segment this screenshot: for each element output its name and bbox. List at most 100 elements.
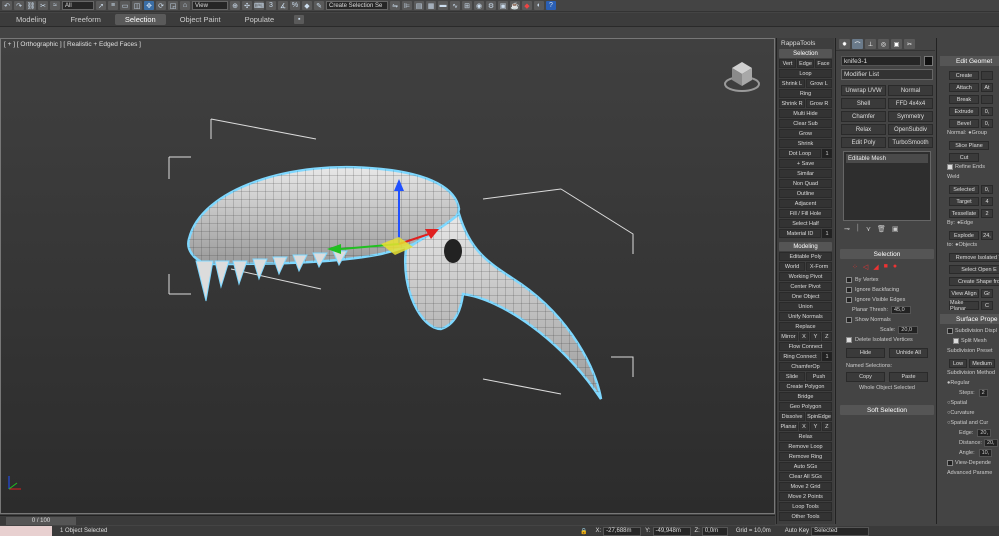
rappa-section-modeling[interactable]: Modeling [779,242,832,251]
unlink-icon[interactable]: ✂ [38,1,48,10]
select-manipulate-icon[interactable]: ✣ [242,1,252,10]
unwrap-uvw-button[interactable]: Unwrap UVW [841,85,886,96]
non-quad-button[interactable]: Non Quad [779,179,832,188]
remove-isolated-button[interactable]: Remove Isolated V [949,253,999,262]
explode-field[interactable]: 24, [981,231,993,240]
show-normals-option[interactable]: Show Normals [840,315,934,325]
relax-button[interactable]: Relax [779,432,832,441]
remove-ring-button[interactable]: Remove Ring [779,452,832,461]
loop-tools-button[interactable]: Loop Tools [779,502,832,511]
unify-normals-button[interactable]: Unify Normals [779,312,832,321]
curve-editor-icon[interactable]: ∿ [450,1,460,10]
y-coord-field[interactable]: -49,948m [652,526,691,536]
symmetry-button[interactable]: Symmetry [888,111,933,122]
time-slider[interactable]: 0 / 100 [6,517,76,525]
weld-target-field[interactable]: 4 [981,197,993,206]
ignore-visible-edges-checkbox[interactable] [846,297,852,303]
chamfer-button[interactable]: Chamfer [841,111,886,122]
split-mesh-option[interactable]: Split Mesh [937,336,999,346]
subdivision-displacement-option[interactable]: Subdivision Displ [937,326,999,336]
x-form-button[interactable]: X-Form [806,262,832,271]
curvature-option[interactable]: ○ Curvature [937,408,999,418]
scene-explorer-icon[interactable]: ▤ [414,1,424,10]
loop-button[interactable]: Loop [779,69,832,78]
render-production-icon[interactable]: ◆ [522,1,532,10]
lock-icon[interactable]: 🔒 [580,528,587,535]
clear-sub-button[interactable]: Clear Sub [779,119,832,128]
tab-modeling[interactable]: Modeling [6,14,56,25]
material-editor-icon[interactable]: ◉ [474,1,484,10]
collapse-button[interactable]: C [981,301,993,310]
extrude-button[interactable]: Extrude [949,107,979,116]
by-vertex-checkbox[interactable] [846,277,852,283]
view-align-button[interactable]: View Align [949,289,979,298]
ignore-backfacing-option[interactable]: Ignore Backfacing [840,285,934,295]
replace-button[interactable]: Replace [779,322,832,331]
ignore-visible-edges-option[interactable]: Ignore Visible Edges [840,295,934,305]
explode-button[interactable]: Explode [949,231,979,240]
show-normals-checkbox[interactable] [846,317,852,323]
delete-button[interactable] [981,71,993,80]
working-pivot-button[interactable]: Working Pivot [779,272,832,281]
hide-button[interactable]: Hide [846,348,885,358]
grow-loop-button[interactable]: Grow L [806,79,832,88]
move-icon[interactable]: ✥ [144,1,154,10]
push-button[interactable]: Push [806,372,832,381]
tab-freeform[interactable]: Freeform [60,14,110,25]
create-polygon-button[interactable]: Create Polygon [779,382,832,391]
tessellate-field[interactable]: 2 [981,209,993,218]
weld-target-button[interactable]: Target [949,197,979,206]
opensubdiv-button[interactable]: OpenSubdiv [888,124,933,135]
material-id-button[interactable]: Material ID [779,229,821,238]
break-button[interactable]: Break [949,95,979,104]
normal-button[interactable]: Normal [888,85,933,96]
help-icon[interactable]: ? [546,1,556,10]
union-button[interactable]: Union [779,302,832,311]
show-end-result-icon[interactable]: ⏐ [856,225,860,233]
tab-selection[interactable]: Selection [114,14,166,25]
pin-stack-icon[interactable]: ⊸ [844,225,850,233]
center-pivot-button[interactable]: Center Pivot [779,282,832,291]
vertex-mode-icon[interactable]: ⁘ [852,263,858,275]
select-object-icon[interactable]: ➚ [96,1,106,10]
schematic-view-icon[interactable]: ⊞ [462,1,472,10]
modify-tab-icon[interactable]: ⌒ [852,39,863,49]
weld-selected-field[interactable]: 0, [981,185,993,194]
flow-connect-button[interactable]: Flow Connect [779,342,832,351]
shell-button[interactable]: Shell [841,98,886,109]
one-object-button[interactable]: One Object [779,292,832,301]
window-crossing-icon[interactable]: ◫ [132,1,142,10]
planar-y-button[interactable]: Y [810,422,821,431]
spin-edge-button[interactable]: SpinEdge [806,412,832,421]
ribbon-toggle-icon[interactable]: ▬ [438,1,448,10]
rotate-icon[interactable]: ⟳ [156,1,166,10]
select-half-button[interactable]: Select Half [779,219,832,228]
paste-button[interactable]: Paste [889,372,928,382]
distance-field[interactable]: 20, [983,439,998,447]
undo-icon[interactable]: ↶ [2,1,12,10]
percent-snap-icon[interactable]: % [290,1,300,10]
spinner-snap-icon[interactable]: ◆ [302,1,312,10]
advanced-params-header[interactable]: Advanced Parame [937,468,999,478]
shrink-loop-button[interactable]: Shrink L [779,79,805,88]
create-shape-button[interactable]: Create Shape fro [949,277,999,286]
make-planar-button[interactable]: Make Planar [949,300,979,312]
polygon-mode-icon[interactable]: ■ [884,263,888,275]
regular-option[interactable]: ● Regular [937,378,999,388]
material-id-spinner[interactable]: 1 [822,229,832,238]
selection-rollout-header[interactable]: Selection [840,249,934,259]
mirror-button[interactable]: Mirror [779,332,798,341]
ffd-button[interactable]: FFD 4x4x4 [888,98,933,109]
modifier-list-dropdown[interactable]: Modifier List [841,69,933,80]
extrude-field[interactable]: 0, [981,107,993,116]
planar-z-button[interactable]: Z [821,422,833,431]
fill-hole-button[interactable]: Fill / Fill Hole [779,209,832,218]
render-setup-icon[interactable]: ⚙ [486,1,496,10]
multi-hide-button[interactable]: Multi Hide [779,109,832,118]
spatial-option[interactable]: ○ Spatial [937,398,999,408]
rect-selection-icon[interactable]: ▭ [120,1,130,10]
configure-sets-icon[interactable]: ▣ [892,225,899,233]
ribbon-options-icon[interactable]: ▪ [294,15,305,24]
viewcube[interactable] [723,54,761,94]
ref-coord-dropdown[interactable]: View [192,1,228,10]
